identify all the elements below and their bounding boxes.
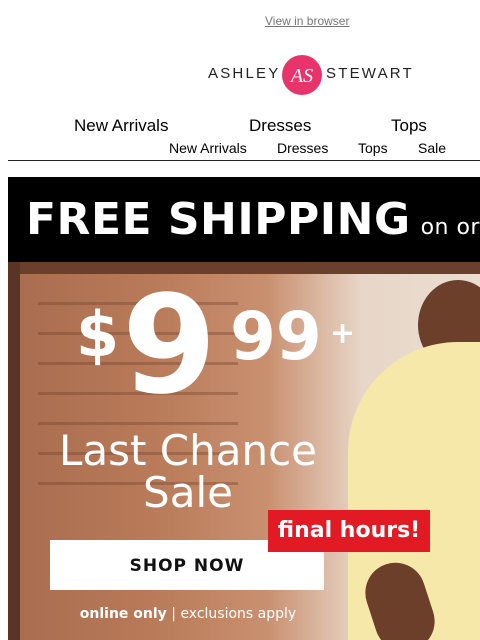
logo-mark-icon: AS <box>282 55 322 95</box>
subnav-sale[interactable]: Sale <box>418 140 446 156</box>
ashley-stewart-logo[interactable]: ASHLEY AS STEWART <box>206 52 412 96</box>
svg-text:AS: AS <box>289 65 313 87</box>
sale-headline-line1: Last Chance <box>58 426 318 475</box>
price-dollar-sign: $ <box>76 298 120 371</box>
footnote-exclusions: exclusions apply <box>180 606 297 622</box>
free-shipping-subtext: on orc <box>420 215 480 240</box>
view-in-browser-link[interactable]: View in browser <box>265 14 349 28</box>
price-main: 9 <box>122 267 217 425</box>
footnote-separator: | <box>166 606 181 622</box>
subnav-new-arrivals[interactable]: New Arrivals <box>169 140 247 156</box>
nav-tops[interactable]: Tops <box>391 116 427 136</box>
free-shipping-text: FREE SHIPPINGon orc <box>26 194 480 245</box>
logo-word-left: ASHLEY <box>208 65 281 82</box>
nav-divider <box>8 160 480 161</box>
subnav-tops[interactable]: Tops <box>358 140 388 156</box>
nav-new-arrivals[interactable]: New Arrivals <box>74 116 168 136</box>
hero-sale-banner[interactable]: $ 9 99 + Last Chance Sale SHOP NOW final… <box>8 262 480 640</box>
nav-dresses[interactable]: Dresses <box>249 116 311 136</box>
offer-footnote: online only | exclusions apply <box>28 606 348 622</box>
price-cents: 99 <box>230 298 322 375</box>
free-shipping-banner[interactable]: FREE SHIPPINGon orc <box>8 177 480 262</box>
window-frame <box>8 262 480 274</box>
logo-word-right: STEWART <box>326 65 414 82</box>
sale-headline-line2: Sale <box>143 468 233 517</box>
window-frame-side <box>8 262 20 640</box>
price-plus: + <box>330 316 356 351</box>
footnote-online-only: online only <box>79 606 167 622</box>
subnav-dresses[interactable]: Dresses <box>277 140 328 156</box>
final-hours-badge: final hours! <box>268 510 430 552</box>
